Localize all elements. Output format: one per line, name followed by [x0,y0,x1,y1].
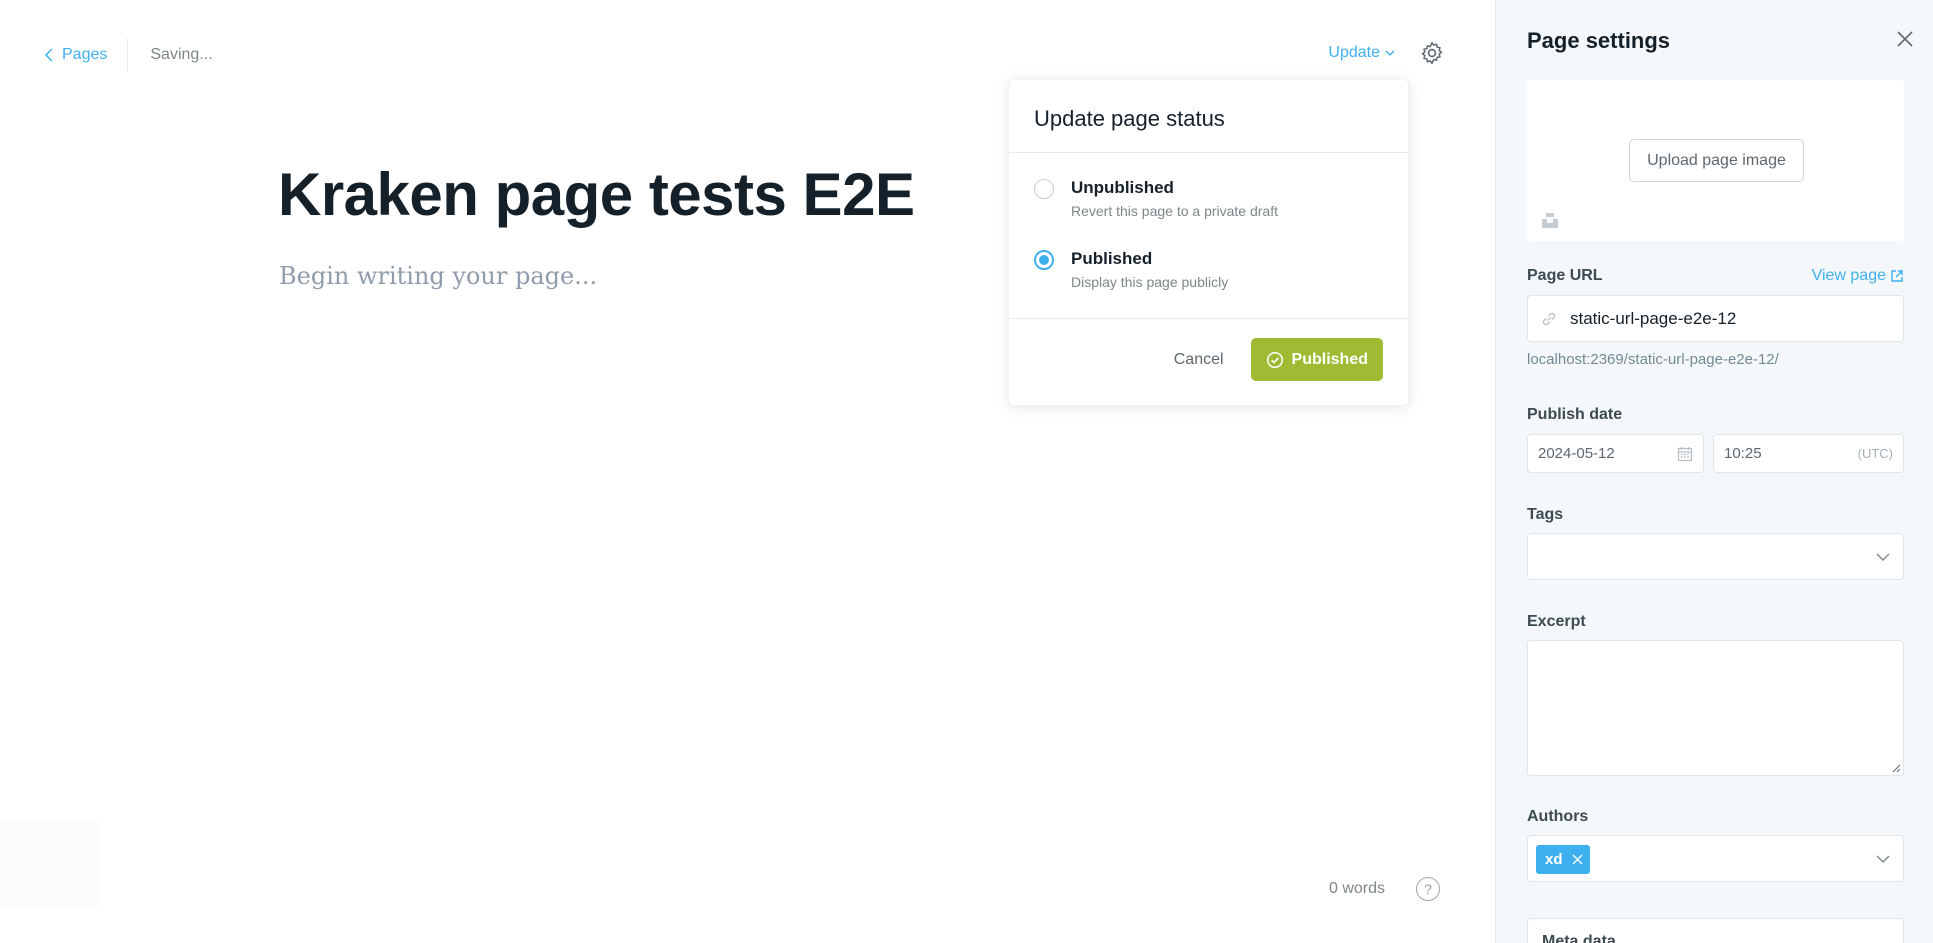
publish-time-input[interactable]: 10:25 (UTC) [1713,434,1904,473]
option-description: Revert this page to a private draft [1071,203,1278,219]
update-button-label: Update [1328,44,1380,61]
page-body-editor[interactable]: Begin writing your page... [279,262,597,290]
url-preview: localhost:2369/static-url-page-e2e-12/ [1527,351,1779,368]
page-title[interactable]: Kraken page tests E2E [278,160,915,229]
help-question-icon: ? [1424,881,1432,897]
option-label: Unpublished [1071,178,1174,197]
publish-date-input[interactable]: 2024-05-12 [1527,434,1704,473]
meta-data-label: Meta data [1542,933,1616,943]
view-page-label: View page [1811,267,1886,284]
excerpt-label: Excerpt [1527,613,1586,630]
save-status: Saving... [150,46,213,63]
page-url-value: static-url-page-e2e-12 [1570,308,1737,328]
editor-topbar-left: Pages Saving... [44,38,213,72]
remove-author-icon[interactable] [1572,854,1583,865]
corner-overlay [0,822,98,906]
publish-status-menu: Update page status Unpublished Revert th… [1008,79,1409,406]
publish-menu-footer: Cancel Published [1009,319,1408,381]
published-radio[interactable] [1034,250,1054,270]
chevron-down-icon [1876,553,1890,561]
page-image-dropzone: Upload page image [1527,80,1904,241]
settings-title: Page settings [1527,28,1671,53]
tags-label: Tags [1527,506,1564,523]
upload-image-button[interactable]: Upload page image [1629,139,1804,182]
publish-menu-heading: Update page status [1009,80,1408,153]
option-unpublished[interactable]: Unpublished Revert this page to a privat… [1009,177,1408,248]
unpublished-radio[interactable] [1034,179,1054,199]
excerpt-textarea[interactable] [1527,640,1904,776]
chevron-down-icon [1385,50,1395,56]
word-count: 0 words [1329,880,1386,897]
help-button[interactable]: ? [1416,877,1440,901]
tags-select[interactable] [1527,533,1904,580]
check-circle-icon [1266,351,1283,368]
timezone-label: (UTC) [1857,446,1893,461]
meta-data-section[interactable]: Meta data [1527,918,1904,943]
page-url-label: Page URL [1527,267,1603,284]
cancel-button[interactable]: Cancel [1174,351,1224,369]
back-to-pages-link[interactable]: Pages [44,38,127,72]
authors-label: Authors [1527,808,1589,825]
calendar-icon[interactable] [1677,446,1693,462]
published-button-label: Published [1291,350,1368,368]
chevron-left-icon [44,48,53,62]
published-button[interactable]: Published [1250,338,1383,381]
chevron-down-icon [1876,855,1890,863]
resize-handle-icon[interactable] [1891,763,1901,773]
editor-topbar-right: Update [1328,40,1445,66]
date-value: 2024-05-12 [1538,445,1615,462]
page-url-input[interactable]: static-url-page-e2e-12 [1527,295,1904,342]
publish-date-label: Publish date [1527,406,1623,423]
view-page-link[interactable]: View page [1812,267,1903,285]
option-description: Display this page publicly [1071,274,1229,290]
page-settings-panel: Page settings Upload page image Page URL… [1495,0,1933,943]
publish-options: Unpublished Revert this page to a privat… [1009,153,1408,319]
option-label: Published [1071,249,1153,268]
update-menu-button[interactable]: Update [1328,44,1395,62]
external-link-icon [1891,270,1903,282]
link-icon [1542,312,1556,325]
authors-select[interactable]: xd [1527,835,1904,882]
back-link-label: Pages [62,46,108,63]
author-name: xd [1545,851,1563,868]
settings-gear-icon[interactable] [1419,40,1445,66]
unsplash-icon[interactable] [1541,211,1559,229]
author-tag: xd [1536,845,1590,874]
time-value: 10:25 [1724,445,1762,462]
close-icon[interactable] [1895,29,1915,49]
option-published[interactable]: Published Display this page publicly [1009,248,1408,319]
